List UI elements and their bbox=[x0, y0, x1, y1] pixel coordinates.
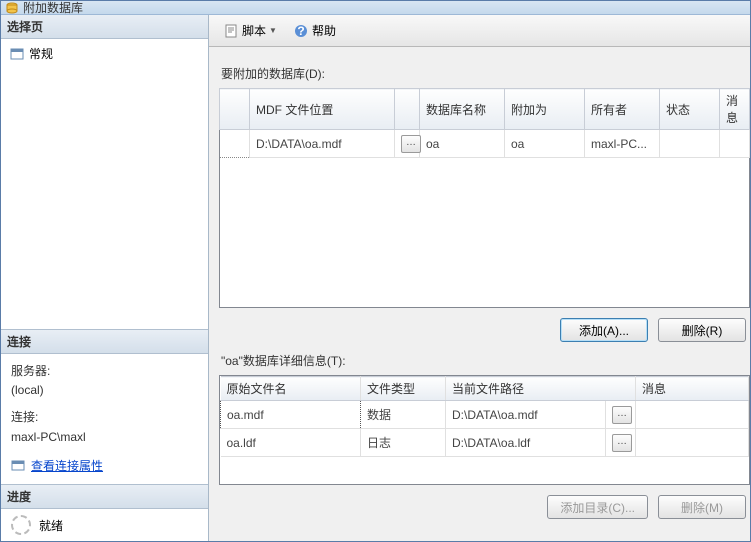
page-general-label: 常规 bbox=[29, 45, 53, 62]
browse-path-button[interactable]: … bbox=[612, 406, 632, 424]
attach-label: 要附加的数据库(D): bbox=[221, 65, 750, 82]
col-msg[interactable]: 消息 bbox=[636, 377, 749, 401]
script-button[interactable]: 脚本 ▼ bbox=[217, 20, 283, 41]
browse-path-button[interactable]: … bbox=[612, 434, 632, 452]
dialog-window: 附加数据库 选择页 常规 连接 服务器: (local) 连接: bbox=[0, 0, 751, 542]
page-general[interactable]: 常规 bbox=[5, 43, 204, 64]
details-grid[interactable]: 原始文件名 文件类型 当前文件路径 消息 oa.mdf 数据 D:\DATA\o… bbox=[220, 376, 749, 457]
col-owner[interactable]: 所有者 bbox=[585, 89, 660, 130]
col-mdf-location[interactable]: MDF 文件位置 bbox=[250, 89, 395, 130]
cell-owner[interactable]: maxl-PC... bbox=[585, 130, 660, 158]
col-message[interactable]: 消息 bbox=[720, 89, 750, 130]
table-row[interactable]: oa.ldf 日志 D:\DATA\oa.ldf … bbox=[221, 429, 749, 457]
page-icon bbox=[9, 46, 25, 62]
help-label: 帮助 bbox=[312, 22, 336, 39]
col-status[interactable]: 状态 bbox=[660, 89, 720, 130]
conn-value: maxl-PC\maxl bbox=[11, 428, 198, 447]
add-button[interactable]: 添加(A)... bbox=[560, 318, 648, 342]
col-db-name[interactable]: 数据库名称 bbox=[420, 89, 505, 130]
view-connection-props-link[interactable]: 查看连接属性 bbox=[11, 457, 198, 476]
titlebar: 附加数据库 bbox=[1, 1, 750, 15]
remove-button[interactable]: 删除(R) bbox=[658, 318, 746, 342]
progress-spinner-icon bbox=[11, 515, 31, 535]
cell-filetype[interactable]: 数据 bbox=[361, 401, 446, 429]
help-button[interactable]: ? 帮助 bbox=[287, 20, 342, 41]
view-connection-props-label: 查看连接属性 bbox=[31, 457, 103, 476]
server-value: (local) bbox=[11, 381, 198, 400]
cell-path[interactable]: D:\DATA\oa.mdf bbox=[446, 401, 606, 429]
help-icon: ? bbox=[293, 23, 309, 39]
props-icon bbox=[11, 458, 27, 474]
grid-empty-area bbox=[220, 158, 750, 308]
database-icon bbox=[5, 1, 19, 15]
cell-dbname[interactable]: oa bbox=[420, 130, 505, 158]
col-orig-filename[interactable]: 原始文件名 bbox=[221, 377, 361, 401]
svg-text:?: ? bbox=[297, 24, 304, 38]
attach-grid[interactable]: MDF 文件位置 数据库名称 附加为 所有者 状态 消息 D:\DATA\oa.… bbox=[219, 88, 750, 308]
details-grid-header: 原始文件名 文件类型 当前文件路径 消息 bbox=[221, 377, 749, 401]
cell-attachas[interactable]: oa bbox=[505, 130, 585, 158]
col-current-path[interactable]: 当前文件路径 bbox=[446, 377, 636, 401]
add-dir-button[interactable]: 添加目录(C)... bbox=[547, 495, 648, 519]
select-page-header: 选择页 bbox=[1, 15, 208, 39]
delete-button[interactable]: 删除(M) bbox=[658, 495, 746, 519]
progress-status: 就绪 bbox=[39, 517, 63, 534]
script-label: 脚本 bbox=[242, 22, 266, 39]
left-pane: 选择页 常规 连接 服务器: (local) 连接: maxl-PC\maxl bbox=[1, 15, 209, 541]
connection-header: 连接 bbox=[1, 330, 208, 354]
server-label: 服务器: bbox=[11, 362, 198, 381]
table-row[interactable]: oa.mdf 数据 D:\DATA\oa.mdf … bbox=[221, 401, 749, 429]
col-file-type[interactable]: 文件类型 bbox=[361, 377, 446, 401]
conn-label: 连接: bbox=[11, 408, 198, 427]
toolbar: 脚本 ▼ ? 帮助 bbox=[209, 15, 750, 47]
attach-grid-header: MDF 文件位置 数据库名称 附加为 所有者 状态 消息 bbox=[220, 89, 750, 130]
cell-path[interactable]: D:\DATA\oa.ldf bbox=[446, 429, 606, 457]
table-row[interactable]: D:\DATA\oa.mdf … oa oa maxl-PC... bbox=[220, 130, 750, 158]
details-label: "oa"数据库详细信息(T): bbox=[221, 352, 750, 369]
browse-button[interactable]: … bbox=[401, 135, 421, 153]
cell-filetype[interactable]: 日志 bbox=[361, 429, 446, 457]
col-attach-as[interactable]: 附加为 bbox=[505, 89, 585, 130]
chevron-down-icon: ▼ bbox=[269, 26, 277, 35]
progress-header: 进度 bbox=[1, 485, 208, 509]
right-pane: 脚本 ▼ ? 帮助 要附加的数据库(D): MDF 文件位置 bbox=[209, 15, 750, 541]
cell-filename[interactable]: oa.ldf bbox=[221, 429, 361, 457]
cell-location[interactable]: D:\DATA\oa.mdf bbox=[250, 130, 395, 158]
window-title: 附加数据库 bbox=[23, 0, 83, 16]
script-icon bbox=[223, 23, 239, 39]
cell-filename[interactable]: oa.mdf bbox=[221, 401, 361, 429]
